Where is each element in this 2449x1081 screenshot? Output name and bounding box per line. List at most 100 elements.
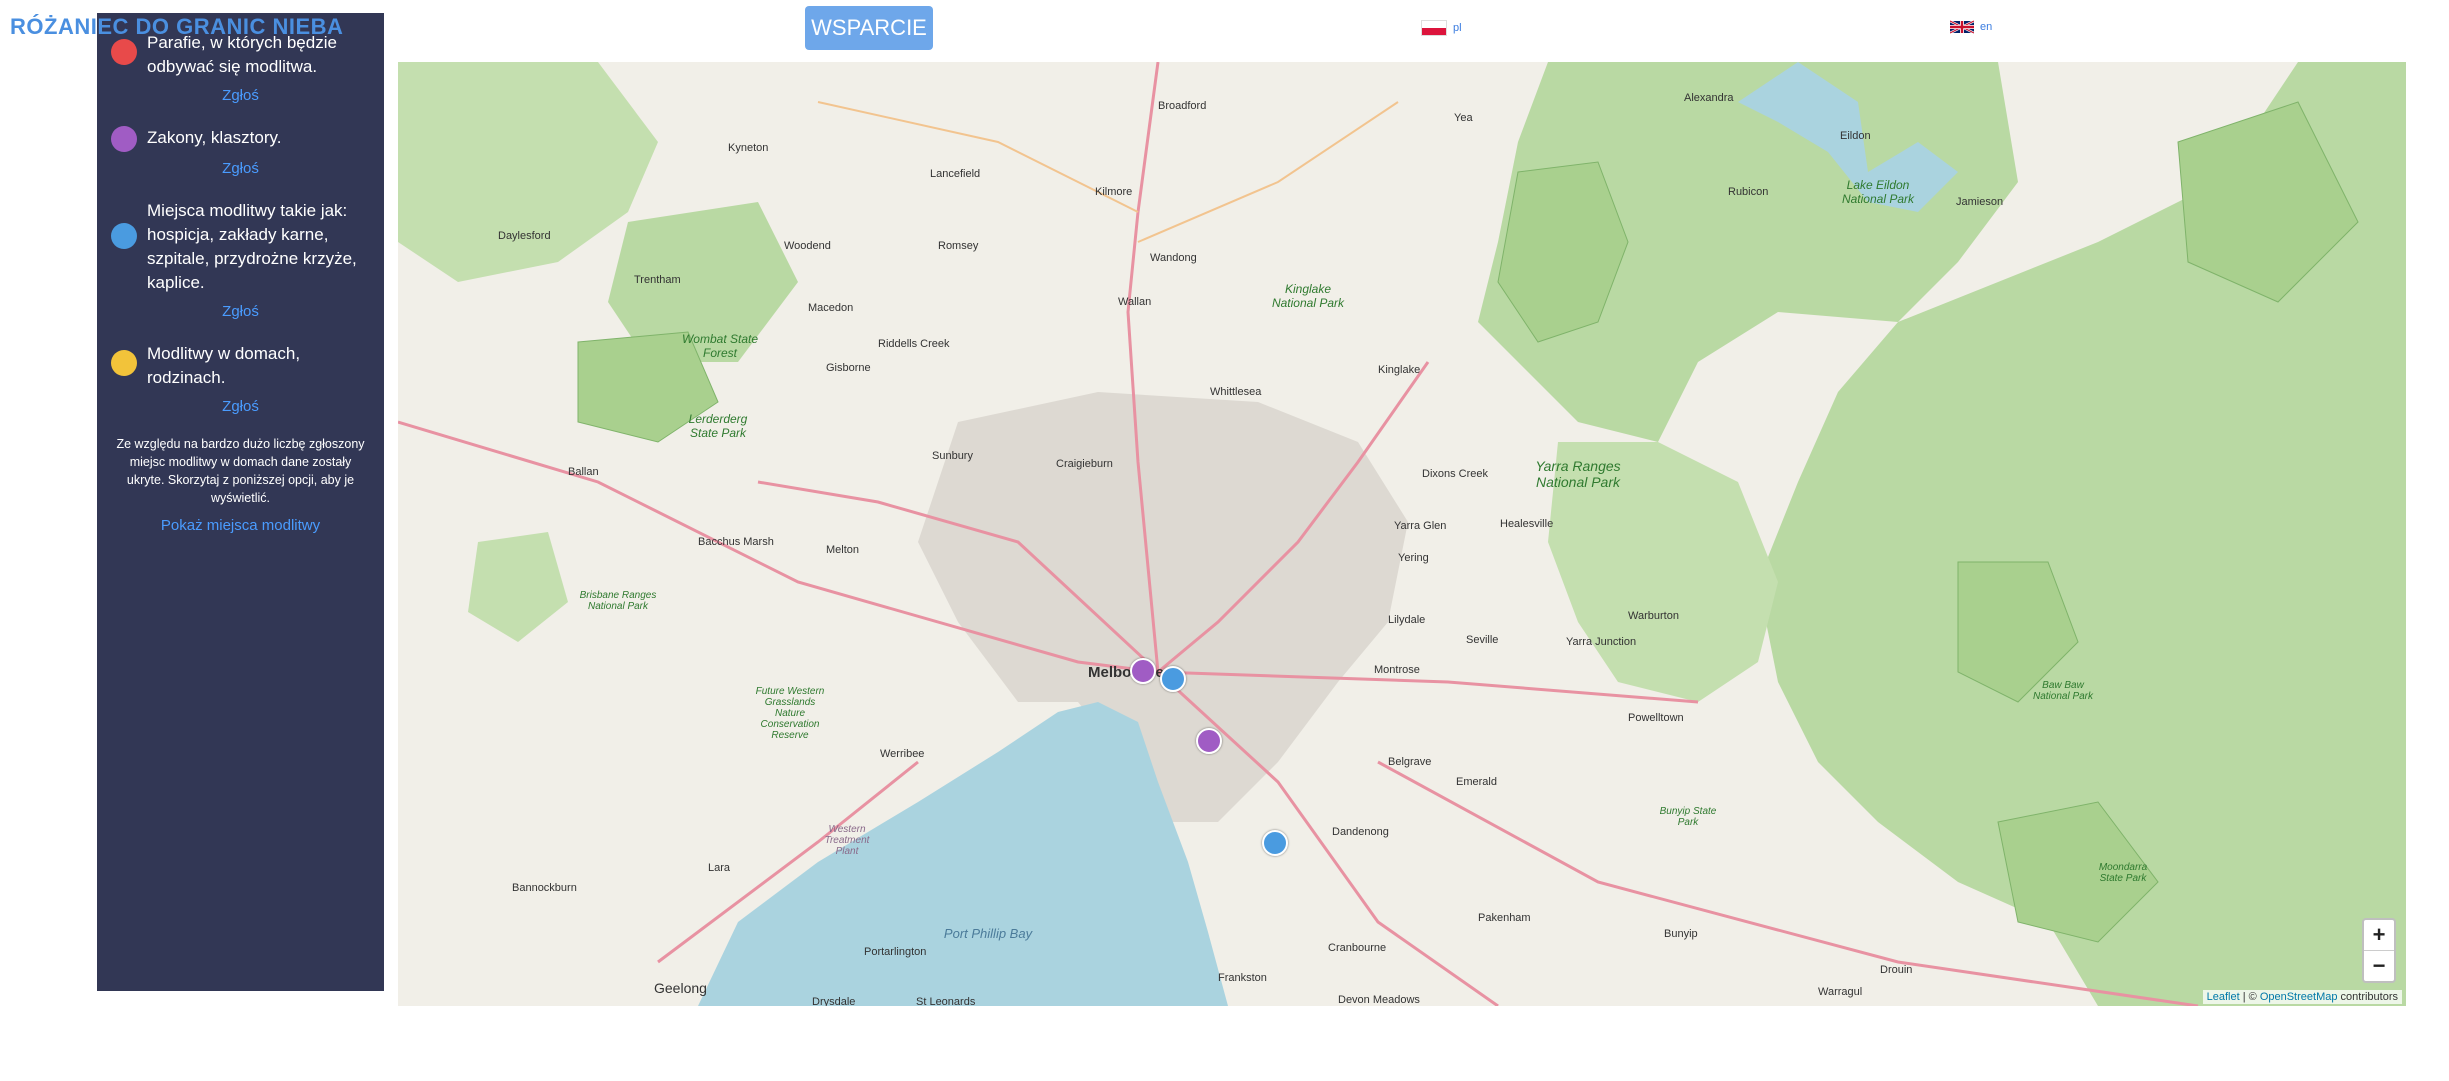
uk-flag-icon xyxy=(1950,20,1974,34)
place-label: Bunyip xyxy=(1664,928,1698,940)
language-pl-link[interactable]: pl xyxy=(1421,20,1462,36)
monastery-marker[interactable] xyxy=(1130,658,1156,684)
language-pl-label: pl xyxy=(1453,22,1462,34)
attribution-suffix: contributors xyxy=(2337,991,2398,1003)
place-label: Sunbury xyxy=(932,450,973,462)
place-label: Yarra Junction xyxy=(1566,636,1637,648)
leaflet-link[interactable]: Leaflet xyxy=(2207,991,2240,1003)
place-label: Wallan xyxy=(1118,296,1152,308)
place-label: Gisborne xyxy=(826,362,871,374)
zoom-out-button[interactable]: − xyxy=(2364,951,2394,981)
place-label: Alexandra xyxy=(1684,92,1734,104)
place-label: Bannockburn xyxy=(512,882,577,894)
legend-label: Zakony, klasztory. xyxy=(147,128,282,147)
legend-item-homes: Modlitwy w domach, rodzinach. xyxy=(111,342,370,390)
show-prayer-places-link[interactable]: Pokaż miejsca modlitwy xyxy=(111,517,370,534)
park-label: Future Western Grasslands Nature Conserv… xyxy=(755,686,825,741)
place-label: Montrose xyxy=(1374,664,1420,676)
cross-marker[interactable] xyxy=(1262,830,1288,856)
report-link-parishes[interactable]: Zgłoś xyxy=(111,87,370,104)
place-label: Broadford xyxy=(1158,100,1207,112)
place-label: Dixons Creek xyxy=(1422,468,1489,480)
place-label: Geelong xyxy=(654,980,707,996)
place-label: Bacchus Marsh xyxy=(698,536,774,548)
park-label: Brisbane Ranges National Park xyxy=(579,590,657,612)
legend-sidebar: Parafie, w których będzie odbywać się mo… xyxy=(97,13,384,991)
place-label: Werribee xyxy=(880,748,925,760)
place-label: Macedon xyxy=(808,302,854,314)
place-label: Yea xyxy=(1454,112,1473,124)
site-title[interactable]: RÓŻANIEC DO GRANIC NIEBA xyxy=(10,14,343,40)
place-label: Drouin xyxy=(1880,964,1913,976)
place-label: Trentham xyxy=(634,274,681,286)
place-label: Kyneton xyxy=(728,142,769,154)
park-label: Lerderderg State Park xyxy=(688,412,748,440)
map-attribution: Leaflet | © OpenStreetMap contributors xyxy=(2202,990,2402,1004)
place-label: Belgrave xyxy=(1388,756,1432,768)
legend-label: Miejsca modlitwy takie jak: hospicja, za… xyxy=(147,201,357,292)
water-label: Port Phillip Bay xyxy=(943,926,1033,941)
place-label: Ballan xyxy=(568,466,599,478)
place-label: Craigieburn xyxy=(1056,458,1113,470)
place-label: Kilmore xyxy=(1095,186,1133,198)
park-label: Yarra Ranges National Park xyxy=(1535,458,1621,490)
cross-marker[interactable] xyxy=(1160,666,1186,692)
report-link-homes[interactable]: Zgłoś xyxy=(111,398,370,415)
report-link-prayer-places[interactable]: Zgłoś xyxy=(111,303,370,320)
support-button[interactable]: WSPARCIE xyxy=(805,6,933,50)
place-label: Riddells Creek xyxy=(878,338,950,350)
place-label: Romsey xyxy=(938,240,979,252)
place-label: Whittlesea xyxy=(1210,386,1262,398)
monastery-marker[interactable] xyxy=(1196,728,1222,754)
place-label: Healesville xyxy=(1500,518,1554,530)
place-label: Frankston xyxy=(1218,972,1267,984)
place-label: Cranbourne xyxy=(1328,942,1387,954)
park-label: Lake Eildon National Park xyxy=(1841,178,1915,206)
place-label: Pakenham xyxy=(1478,912,1531,924)
zoom-control: + − xyxy=(2362,918,2396,983)
place-label: Drysdale xyxy=(812,996,856,1006)
legend-item-prayer-places: Miejsca modlitwy takie jak: hospicja, za… xyxy=(111,199,370,295)
place-label: Devon Meadows xyxy=(1338,994,1420,1006)
park-label: Baw Baw National Park xyxy=(2032,680,2094,702)
park-label: Western Treatment Plant xyxy=(824,824,870,857)
place-label: St Leonards xyxy=(916,996,976,1006)
report-link-monasteries[interactable]: Zgłoś xyxy=(111,160,370,177)
place-label: Emerald xyxy=(1456,776,1497,788)
language-en-label: en xyxy=(1980,21,1993,33)
place-label: Seville xyxy=(1466,634,1499,646)
place-label: Warburton xyxy=(1628,610,1679,622)
park-label: Kinglake National Park xyxy=(1271,282,1345,310)
park-label: Moondarra State Park xyxy=(2098,862,2148,884)
place-label: Rubicon xyxy=(1728,186,1769,198)
place-label: Melton xyxy=(826,544,860,556)
place-label: Kinglake xyxy=(1378,364,1421,376)
place-label: Portarlington xyxy=(864,946,927,958)
map[interactable]: Melbourne Geelong Frankston Dandenong We… xyxy=(398,62,2406,1006)
legend-label: Modlitwy w domach, rodzinach. xyxy=(147,344,301,387)
place-label: Yarra Glen xyxy=(1394,520,1447,532)
place-label: Lancefield xyxy=(930,168,981,180)
place-label: Daylesford xyxy=(498,230,551,242)
place-label: Woodend xyxy=(784,240,831,252)
poland-flag-icon xyxy=(1421,20,1447,36)
attribution-sep: | © xyxy=(2239,991,2260,1003)
place-label: Wandong xyxy=(1150,252,1197,264)
osm-link[interactable]: OpenStreetMap xyxy=(2260,991,2338,1003)
language-en-link[interactable]: en xyxy=(1950,20,1992,34)
family-icon xyxy=(111,350,137,376)
hidden-data-info: Ze względu na bardzo dużo liczbę zgłoszo… xyxy=(116,437,365,505)
place-label: Dandenong xyxy=(1332,826,1389,838)
place-label: Warragul xyxy=(1818,986,1863,998)
monastery-icon xyxy=(111,126,137,152)
cross-icon xyxy=(111,223,137,249)
park-label: Bunyip State Park xyxy=(1659,806,1717,828)
zoom-in-button[interactable]: + xyxy=(2364,920,2394,951)
legend-item-monasteries: Zakony, klasztory. xyxy=(111,126,370,152)
place-label: Eildon xyxy=(1840,130,1871,142)
place-label: Lilydale xyxy=(1388,614,1426,626)
church-icon xyxy=(111,39,137,65)
place-label: Yering xyxy=(1398,552,1429,564)
place-label: Jamieson xyxy=(1956,196,2004,208)
place-label: Lara xyxy=(708,862,731,874)
